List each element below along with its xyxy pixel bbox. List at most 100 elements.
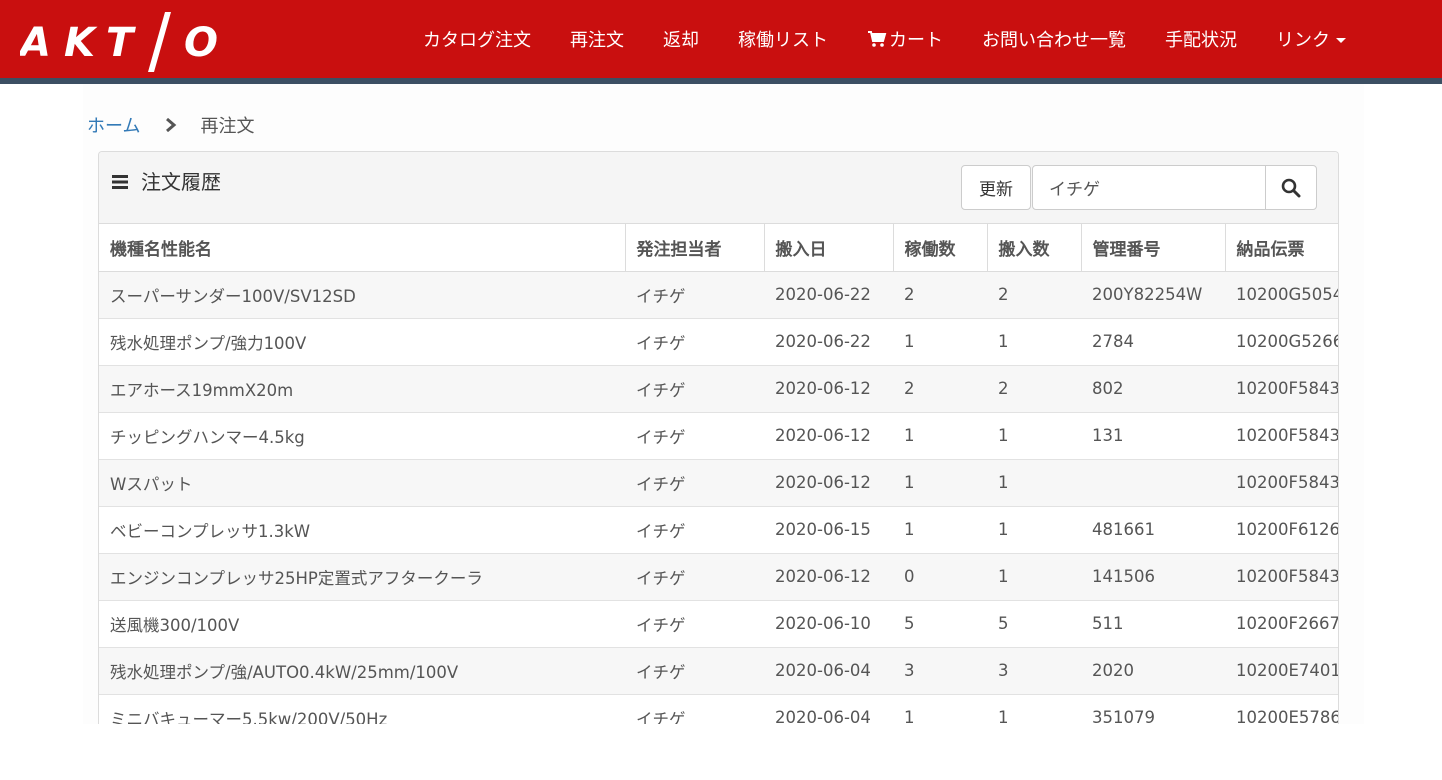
delivered-count-cell: 1 (987, 553, 1081, 601)
operating-count-cell: 5 (893, 600, 987, 648)
refresh-button[interactable]: 更新 (961, 165, 1031, 210)
aktio-logo[interactable]: A K T O (17, 10, 220, 74)
table-row[interactable]: スーパーサンダー100V/SV12SD イチゲ 2020-06-22 2 2 200Y82… (99, 271, 1338, 319)
nav-label: 稼働リスト (738, 30, 828, 51)
table-row[interactable]: エアホース19mmX20m イチゲ 2020-06-12 2 2 802 10200F584… (99, 365, 1338, 413)
management-number-cell: 131 (1081, 412, 1225, 460)
model-name-cell: エンジンコンプレッサ25HP定置式アフタークーラ (99, 553, 625, 601)
model-name-cell: ミニバキューマー5.5kw/200V/50Hz (99, 694, 625, 724)
model-name-cell: 残水処理ポンプ/強力100V (99, 318, 625, 366)
delivered-count-cell: 1 (987, 318, 1081, 366)
nav-links-dropdown[interactable]: リンク (1276, 26, 1346, 52)
table-header-row: 機種名性能名 発注担当者 搬入日 稼働数 搬入数 管理番号 納品伝票 (99, 224, 1338, 272)
column-header-management-number[interactable]: 管理番号 (1081, 224, 1226, 272)
delivered-count-cell: 1 (987, 412, 1081, 460)
nav-label: リンク (1276, 30, 1330, 51)
nav-label: 再注文 (570, 30, 624, 51)
delivery-slip-cell: 10200G526631 (1225, 318, 1338, 366)
delivered-count-cell: 3 (987, 647, 1081, 695)
delivery-slip-cell: 10200F584351 (1225, 553, 1338, 601)
nav-label: カタログ注文 (423, 30, 531, 51)
operating-count-cell: 1 (893, 459, 987, 507)
orderer-cell: イチゲ (625, 459, 764, 507)
table-row[interactable]: チッピングハンマー4.5kg イチゲ 2020-06-12 1 1 131 10200F58… (99, 412, 1338, 460)
management-number-cell: 351079 (1081, 694, 1225, 724)
delivered-count-cell: 1 (987, 694, 1081, 724)
svg-text:K: K (64, 20, 98, 66)
management-number-cell: 141506 (1081, 553, 1225, 601)
operating-count-cell: 1 (893, 506, 987, 554)
orderer-cell: イチゲ (625, 271, 764, 319)
table-row[interactable]: 残水処理ポンプ/強/AUTO0.4kW/25mm/100V イチゲ 2020-06-… (99, 647, 1338, 695)
delivery-slip-cell: 10200F584351 (1225, 412, 1338, 460)
delivery-date-cell: 2020-06-12 (764, 459, 893, 507)
delivery-date-cell: 2020-06-04 (764, 647, 893, 695)
orderer-cell: イチゲ (625, 600, 764, 648)
order-history-panel: 注文履歴 更新 機種名性能名 発注担当者 搬入日 稼働数 搬入数 管理番号 納品… (98, 151, 1339, 724)
column-header-delivery-date[interactable]: 搬入日 (764, 224, 894, 272)
nav-reorder[interactable]: 再注文 (570, 26, 624, 52)
nav-catalog-order[interactable]: カタログ注文 (423, 26, 531, 52)
nav-operation-list[interactable]: 稼働リスト (738, 26, 828, 52)
nav-return[interactable]: 返却 (663, 26, 699, 52)
column-header-delivered-count[interactable]: 搬入数 (987, 224, 1082, 272)
column-header-delivery-slip[interactable]: 納品伝票 (1225, 224, 1338, 272)
svg-text:T: T (106, 20, 136, 66)
breadcrumb: ホーム 再注文 (87, 112, 254, 138)
model-name-cell: 残水処理ポンプ/強/AUTO0.4kW/25mm/100V (99, 647, 625, 695)
search-button[interactable] (1265, 165, 1317, 210)
operating-count-cell: 0 (893, 553, 987, 601)
management-number-cell: 481661 (1081, 506, 1225, 554)
model-name-cell: エアホース19mmX20m (99, 365, 625, 413)
delivery-slip-cell: 10200E740171 (1225, 647, 1338, 695)
delivered-count-cell: 2 (987, 271, 1081, 319)
model-name-cell: Wスパット (99, 459, 625, 507)
breadcrumb-home-link[interactable]: ホーム (87, 112, 140, 138)
management-number-cell: 200Y82254W (1081, 271, 1225, 319)
cart-icon (868, 31, 887, 47)
column-header-model[interactable]: 機種名性能名 (99, 224, 626, 272)
table-row[interactable]: 残水処理ポンプ/強力100V イチゲ 2020-06-22 1 1 2784 10200G5… (99, 318, 1338, 366)
delivery-slip-cell: 10200F584351 (1225, 459, 1338, 507)
delivery-slip-cell: 10200F584351 (1225, 365, 1338, 413)
table-row[interactable]: エンジンコンプレッサ25HP定置式アフタークーラ イチゲ 2020-06-12 0 1 1… (99, 553, 1338, 601)
delivery-slip-cell: 10200F266721 (1225, 600, 1338, 648)
nav-arrangement-status[interactable]: 手配状況 (1165, 26, 1237, 52)
nav-label: 手配状況 (1165, 30, 1237, 51)
nav-label: お問い合わせ一覧 (982, 30, 1126, 51)
orderer-cell: イチゲ (625, 412, 764, 460)
svg-text:O: O (184, 20, 218, 66)
model-name-cell: スーパーサンダー100V/SV12SD (99, 271, 625, 319)
nav-label: 返却 (663, 30, 699, 51)
delivery-date-cell: 2020-06-12 (764, 365, 893, 413)
management-number-cell: 2020 (1081, 647, 1225, 695)
management-number-cell: 802 (1081, 365, 1225, 413)
delivery-slip-cell: 10200F612601 (1225, 506, 1338, 554)
delivered-count-cell: 5 (987, 600, 1081, 648)
caret-down-icon (1336, 38, 1346, 43)
column-header-operating-count[interactable]: 稼働数 (893, 224, 988, 272)
delivery-date-cell: 2020-06-22 (764, 271, 893, 319)
table-row[interactable]: ベビーコンプレッサ1.3kW イチゲ 2020-06-15 1 1 481661 10200… (99, 506, 1338, 554)
operating-count-cell: 1 (893, 694, 987, 724)
delivery-date-cell: 2020-06-12 (764, 412, 893, 460)
table-row[interactable]: 送風機300/100Vイチゲ2020-06-105551110200F26672… (99, 600, 1338, 648)
orderer-cell: イチゲ (625, 365, 764, 413)
order-history-table: 機種名性能名 発注担当者 搬入日 稼働数 搬入数 管理番号 納品伝票 スーパーサ… (99, 224, 1338, 724)
delivery-slip-cell: 10200E578681 (1225, 694, 1338, 724)
column-header-orderer[interactable]: 発注担当者 (625, 224, 765, 272)
management-number-cell: 511 (1081, 600, 1225, 648)
nav-cart[interactable]: カート (867, 26, 943, 52)
delivery-slip-cell: 10200G505489 (1225, 271, 1338, 319)
operating-count-cell: 2 (893, 365, 987, 413)
orderer-cell: イチゲ (625, 318, 764, 366)
table-row[interactable]: Wスパットイチゲ2020-06-121110200F584351 (99, 459, 1338, 507)
orderer-cell: イチゲ (625, 553, 764, 601)
table-row[interactable]: ミニバキューマー5.5kw/200V/50Hz イチゲ 2020-06-04 1 1 35… (99, 694, 1338, 724)
search-input[interactable] (1032, 165, 1266, 210)
delivery-date-cell: 2020-06-10 (764, 600, 893, 648)
main-nav: カタログ注文 再注文 返却 稼働リスト カート お問い合わせ一覧 手配状況 リン… (423, 0, 1346, 78)
nav-inquiries[interactable]: お問い合わせ一覧 (982, 26, 1126, 52)
search-icon (1281, 178, 1301, 197)
panel-header: 注文履歴 更新 (99, 152, 1338, 224)
